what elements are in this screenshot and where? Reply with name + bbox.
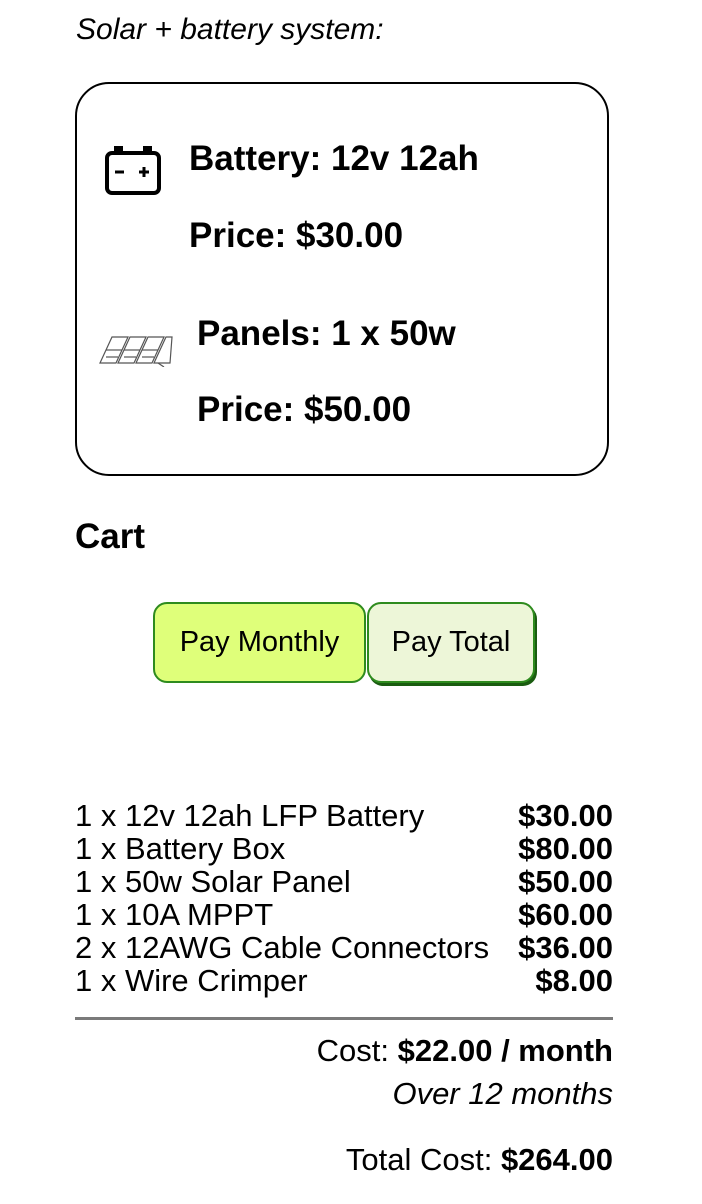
line-item-label: 1 x Battery Box	[75, 831, 286, 866]
line-item-price: $60.00	[518, 897, 613, 932]
line-item: 1 x Wire Crimper $8.00	[75, 964, 613, 997]
system-summary-card: Battery: 12v 12ah Price: $30.00 Panels: …	[75, 82, 609, 476]
line-item: 1 x 12v 12ah LFP Battery $30.00	[75, 799, 613, 832]
line-item: 1 x Battery Box $80.00	[75, 832, 613, 865]
line-item-label: 1 x 50w Solar Panel	[75, 864, 351, 899]
line-item-price: $30.00	[518, 798, 613, 833]
line-item-label: 1 x Wire Crimper	[75, 963, 308, 998]
total-cost-value: $264.00	[500, 1142, 613, 1177]
battery-icon	[105, 146, 161, 195]
line-item-label: 1 x 12v 12ah LFP Battery	[75, 798, 425, 833]
cost-label: Cost:	[316, 1033, 390, 1068]
battery-price: Price: $30.00	[189, 216, 404, 255]
pay-monthly-button[interactable]: Pay Monthly	[153, 602, 366, 683]
line-item: 1 x 50w Solar Panel $50.00	[75, 865, 613, 898]
line-item-label: 2 x 12AWG Cable Connectors	[75, 930, 490, 965]
line-item: 2 x 12AWG Cable Connectors $36.00	[75, 931, 613, 964]
pay-total-button[interactable]: Pay Total	[367, 602, 535, 683]
line-item-price: $80.00	[518, 831, 613, 866]
solar-panel-icon	[99, 336, 173, 367]
line-item-price: $50.00	[518, 864, 613, 899]
monthly-cost: Cost: $22.00 / month	[317, 1033, 613, 1069]
line-item: 1 x 10A MPPT $60.00	[75, 898, 613, 931]
cart-title: Cart	[75, 517, 146, 556]
panels-spec: Panels: 1 x 50w	[197, 314, 456, 353]
panels-price: Price: $50.00	[197, 390, 412, 429]
total-cost-label: Total Cost:	[345, 1142, 493, 1177]
payment-duration: Over 12 months	[392, 1076, 613, 1111]
line-item-price: $36.00	[518, 930, 613, 965]
total-cost: Total Cost: $264.00	[346, 1142, 613, 1178]
cart-divider	[75, 1017, 613, 1020]
line-item-label: 1 x 10A MPPT	[75, 897, 274, 932]
cart-line-items: 1 x 12v 12ah LFP Battery $30.00 1 x Batt…	[75, 799, 613, 997]
page-heading: Solar + battery system:	[76, 13, 384, 46]
cost-value: $22.00 / month	[397, 1033, 613, 1068]
line-item-price: $8.00	[535, 963, 613, 998]
battery-spec: Battery: 12v 12ah	[189, 139, 479, 178]
